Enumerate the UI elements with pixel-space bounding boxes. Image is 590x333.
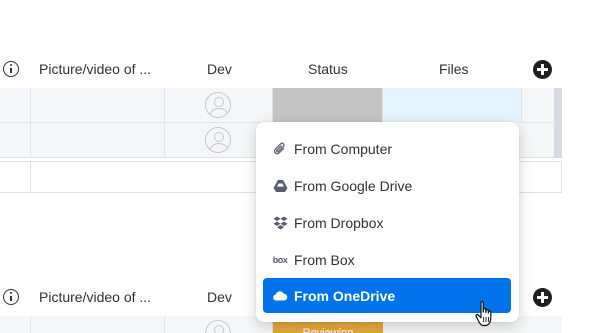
column-header-files[interactable]: Files: [439, 54, 469, 84]
file-source-menu: From Computer From Google Drive From Dro…: [256, 122, 519, 322]
menu-item-from-box[interactable]: box From Box: [263, 242, 511, 277]
row-cell[interactable]: [0, 316, 31, 333]
row-cell[interactable]: [0, 123, 31, 158]
menu-item-label: From Dropbox: [294, 214, 384, 231]
add-column-icon[interactable]: [533, 288, 552, 307]
person-icon[interactable]: [205, 320, 231, 333]
files-cell[interactable]: [383, 88, 522, 123]
menu-item-from-dropbox[interactable]: From Dropbox: [263, 205, 511, 240]
row-cell[interactable]: [0, 88, 31, 123]
column-header-picture[interactable]: Picture/video of ...: [39, 282, 164, 312]
status-cell[interactable]: [273, 88, 383, 123]
onedrive-icon: [272, 288, 288, 304]
google-drive-icon: [272, 178, 288, 194]
menu-item-from-google-drive[interactable]: From Google Drive: [263, 168, 511, 203]
add-column-icon[interactable]: [533, 60, 552, 79]
menu-item-label: From Box: [294, 251, 355, 268]
hand-cursor-icon: [475, 301, 492, 327]
column-header-picture[interactable]: Picture/video of ...: [39, 54, 164, 84]
info-icon[interactable]: [3, 61, 19, 77]
dropbox-icon: [272, 215, 288, 231]
row-cell: [0, 162, 31, 193]
picture-cell[interactable]: [31, 123, 165, 158]
dev-cell[interactable]: [165, 88, 273, 123]
menu-item-label: From OneDrive: [294, 287, 396, 304]
box-icon: box: [272, 254, 288, 265]
info-icon[interactable]: [3, 289, 19, 305]
table-row[interactable]: [0, 88, 562, 123]
column-header-dev[interactable]: Dev: [207, 282, 232, 312]
picture-cell[interactable]: [31, 316, 165, 333]
row-end-marker: [554, 88, 562, 123]
picture-cell[interactable]: [31, 88, 165, 123]
column-header-dev[interactable]: Dev: [207, 54, 232, 84]
row-end-marker: [554, 123, 562, 158]
row-end-cell: [553, 162, 562, 193]
menu-item-label: From Computer: [294, 140, 393, 157]
person-icon[interactable]: [205, 127, 231, 153]
person-icon[interactable]: [205, 92, 231, 118]
menu-item-from-computer[interactable]: From Computer: [263, 131, 511, 166]
column-header-row: Picture/video of ... Dev Status Files: [0, 54, 562, 84]
column-header-status[interactable]: Status: [308, 54, 348, 84]
paperclip-icon: [272, 141, 288, 157]
menu-item-label: From Google Drive: [294, 177, 413, 194]
